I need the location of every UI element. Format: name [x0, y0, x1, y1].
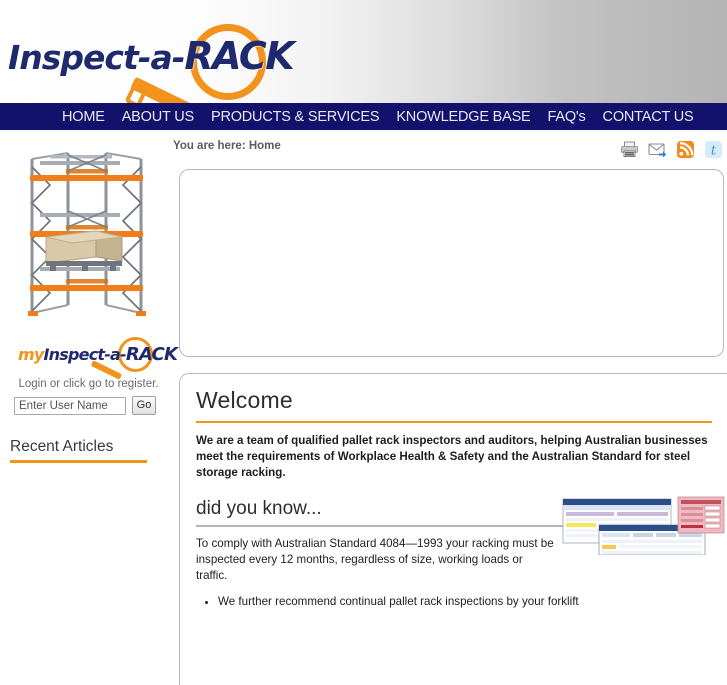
utility-icon-bar: t: [620, 140, 723, 159]
logo-prefix: Inspect-a-: [8, 38, 185, 77]
welcome-divider: [196, 421, 712, 423]
main-navigation: HOME ABOUT US PRODUCTS & SERVICES KNOWLE…: [0, 103, 727, 130]
member-portal-logo-text: myInspect-a-RACK: [18, 344, 178, 365]
recent-articles-title: Recent Articles: [10, 438, 114, 455]
breadcrumb: You are here: Home: [173, 140, 281, 152]
member-logo-suffix: RACK: [125, 344, 178, 365]
recent-articles-divider: [10, 460, 147, 463]
nav-item-about-us[interactable]: ABOUT US: [122, 109, 194, 125]
email-icon[interactable]: [648, 140, 667, 159]
site-logo[interactable]: Inspect-a-RACK: [8, 18, 295, 103]
member-portal-logo[interactable]: myInspect-a-RACK: [18, 336, 178, 380]
login-note: Login or click go to register.: [18, 378, 159, 390]
nav-item-knowledge-base[interactable]: KNOWLEDGE BASE: [396, 109, 530, 125]
twitter-icon[interactable]: t: [704, 140, 723, 159]
nav-item-contact-us[interactable]: CONTACT US: [603, 109, 694, 125]
did-you-know-body: To comply with Australian Standard 4084—…: [196, 537, 554, 582]
nav-item-faqs[interactable]: FAQ's: [548, 109, 586, 125]
feature-panel: [179, 169, 724, 357]
username-input[interactable]: [14, 396, 126, 415]
logo-suffix: RACK: [184, 34, 294, 78]
print-icon[interactable]: [620, 140, 639, 159]
svg-text:t: t: [711, 144, 717, 159]
rss-icon[interactable]: [676, 140, 695, 159]
welcome-heading: Welcome: [196, 387, 293, 413]
nav-item-home[interactable]: HOME: [62, 109, 105, 125]
site-logo-text: Inspect-a-RACK: [8, 34, 295, 78]
nav-item-products-services[interactable]: PRODUCTS & SERVICES: [211, 109, 380, 125]
pallet-rack-image: [10, 145, 156, 330]
member-logo-my: my: [18, 345, 44, 364]
software-screenshots: [555, 495, 727, 556]
member-logo-prefix: Inspect-a-: [43, 345, 127, 364]
site-header: Inspect-a-RACK: [0, 0, 727, 103]
did-you-know-bullet: We further recommend continual pallet ra…: [218, 594, 598, 610]
welcome-lead-text: We are a team of qualified pallet rack i…: [196, 434, 708, 479]
login-form: Go: [14, 396, 156, 415]
login-go-button[interactable]: Go: [132, 396, 156, 415]
